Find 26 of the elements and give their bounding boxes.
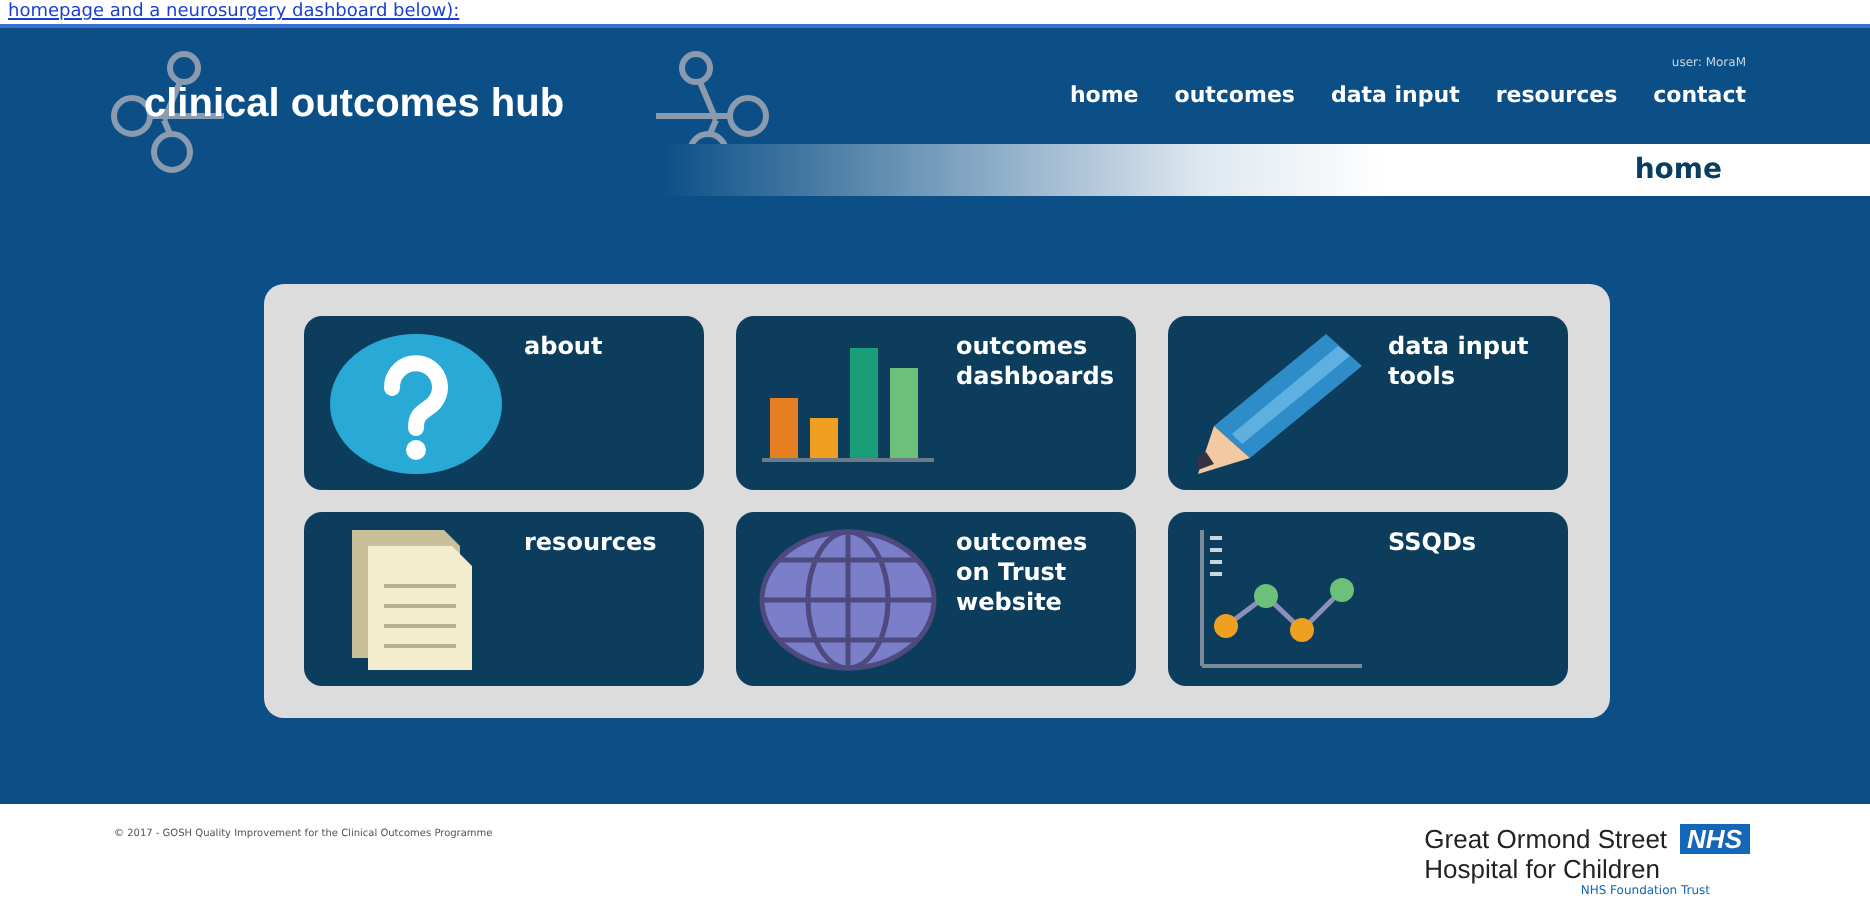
bar-chart-icon — [762, 343, 934, 463]
nav-link[interactable]: resources — [1495, 82, 1618, 108]
nav-link[interactable]: home — [1069, 82, 1139, 108]
question-icon — [328, 331, 504, 475]
link[interactable]: homepage and a neurosurgery dashboard below): — [8, 0, 460, 24]
tile-label: SSQDs — [1388, 528, 1477, 560]
tile-link[interactable]: SSQDs — [1168, 512, 1568, 686]
tile-link[interactable]: outcomes dashboards — [736, 316, 1136, 490]
tile-label: resources — [524, 528, 657, 560]
page-title: home — [1634, 154, 1722, 186]
nhs-logo: NHS — [1679, 824, 1750, 854]
nav-link[interactable]: data input — [1330, 82, 1460, 108]
org-name: Hospital for Children — [1424, 854, 1660, 884]
globe-icon — [758, 527, 938, 671]
site-logo[interactable]: clinical outcomes hub — [144, 82, 565, 128]
nav-link[interactable]: outcomes — [1174, 82, 1295, 108]
nav-link[interactable]: contact — [1653, 82, 1746, 108]
tile-label: outcomes on Trust website — [956, 528, 1088, 620]
tile-label: about — [524, 332, 603, 364]
tile-link[interactable]: outcomes on Trust website — [736, 512, 1136, 686]
tile-link[interactable]: resources — [304, 512, 704, 686]
tile-link[interactable]: about — [304, 316, 704, 490]
tile-label: outcomes dashboards — [956, 332, 1114, 394]
org-name: Great Ormond Street — [1424, 824, 1668, 854]
tile-link[interactable]: data input tools — [1168, 316, 1568, 490]
tile-label: data input tools — [1388, 332, 1529, 394]
